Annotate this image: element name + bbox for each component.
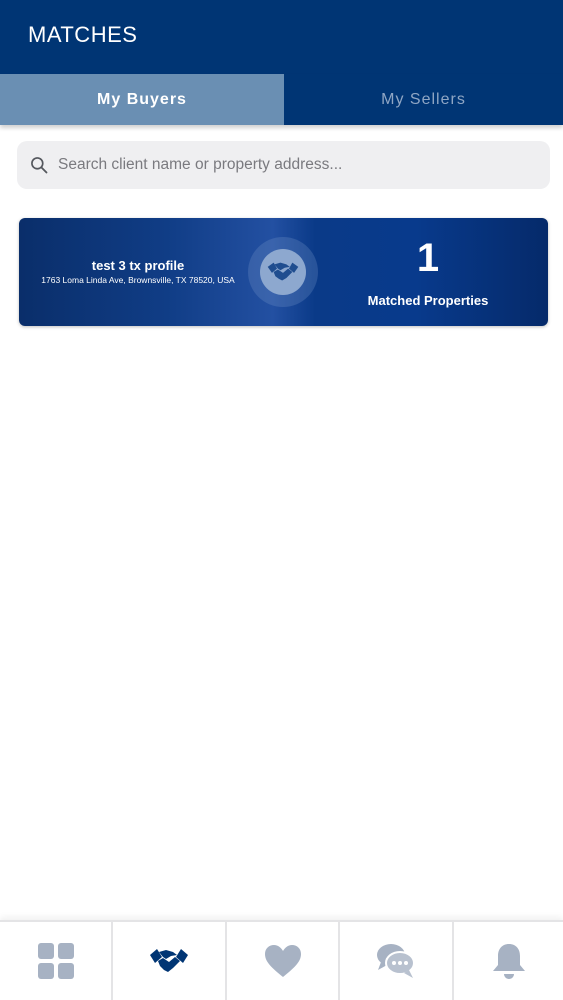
tab-bar: My Buyers My Sellers <box>0 74 563 125</box>
client-name: test 3 tx profile <box>91 258 185 273</box>
bell-icon <box>492 944 525 979</box>
bottom-navigation <box>0 920 563 1000</box>
match-badge <box>248 237 318 307</box>
nav-dashboard[interactable] <box>0 922 113 1000</box>
heart-icon <box>264 945 301 977</box>
buyer-match-card[interactable]: test 3 tx profile 1763 Loma Linda Ave, B… <box>19 218 548 326</box>
handshake-icon <box>150 949 188 972</box>
matched-count: 1 <box>416 236 440 280</box>
search-icon <box>31 157 48 174</box>
handshake-icon <box>267 262 299 281</box>
nav-notifications[interactable] <box>454 922 563 1000</box>
client-info: test 3 tx profile 1763 Loma Linda Ave, B… <box>19 218 257 326</box>
matched-properties-label: Matched Properties <box>367 293 489 308</box>
page-title: MATCHES <box>28 22 138 47</box>
nav-matches[interactable] <box>113 922 227 1000</box>
search-input[interactable] <box>58 156 550 174</box>
search-bar[interactable] <box>17 141 550 189</box>
dashboard-grid-icon <box>37 943 74 979</box>
tab-my-sellers[interactable]: My Sellers <box>284 74 563 125</box>
chat-bubbles-icon <box>377 944 415 978</box>
client-address: 1763 Loma Linda Ave, Brownsville, TX 785… <box>41 275 235 285</box>
app-header: MATCHES <box>0 0 563 74</box>
tab-my-buyers[interactable]: My Buyers <box>0 74 284 125</box>
nav-favorites[interactable] <box>227 922 340 1000</box>
nav-messages[interactable] <box>340 922 454 1000</box>
match-count-area: 1 Matched Properties <box>349 218 507 326</box>
